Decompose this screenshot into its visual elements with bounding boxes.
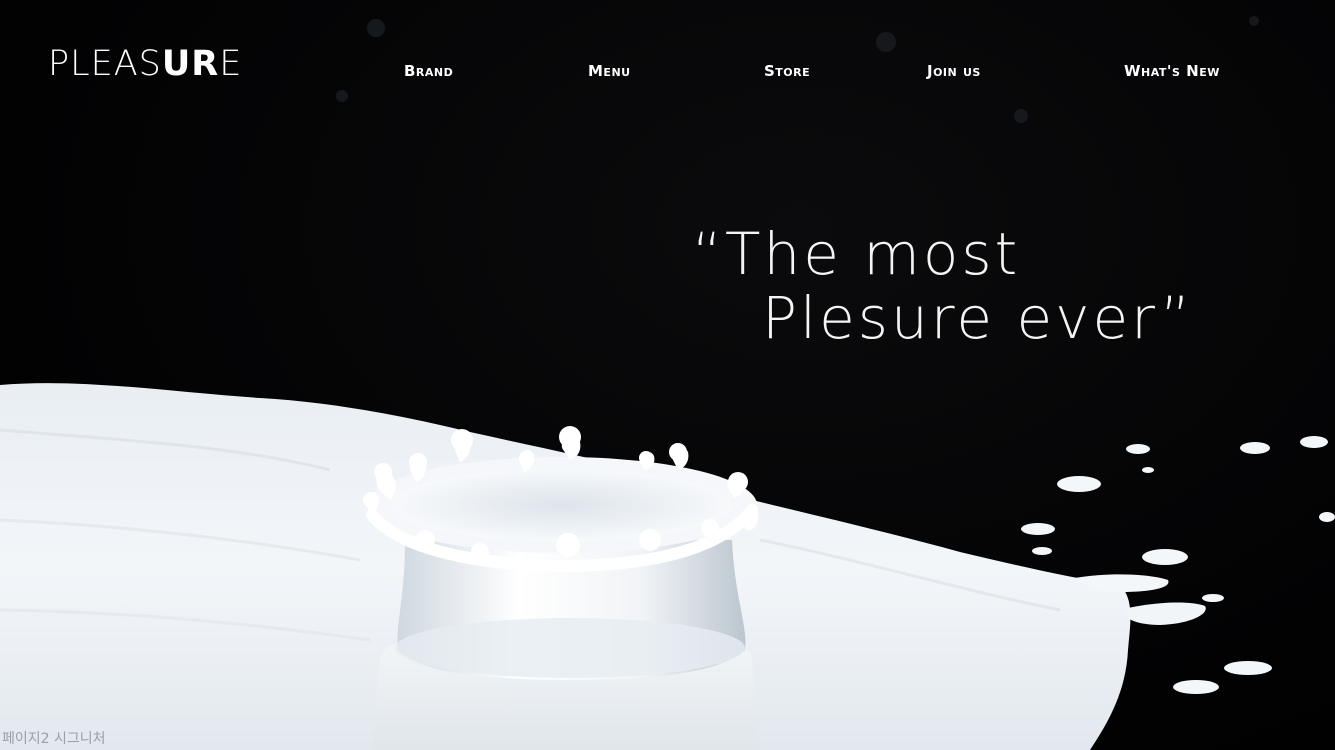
nav-item-brand[interactable]: Brand — [404, 60, 453, 82]
tagline-line-1: “The most — [692, 220, 1021, 288]
nav-item-store[interactable]: Store — [764, 60, 810, 82]
hero-tagline: “The most Plesure ever” — [692, 222, 1193, 350]
tagline-line-2: Plesure ever” — [762, 284, 1194, 352]
nav-item-menu[interactable]: Menu — [588, 60, 631, 82]
logo-text-bold: UR — [161, 44, 220, 84]
page-caption: 페이지2 시그니처 — [2, 731, 106, 747]
nav-item-whats-new[interactable]: What's New — [1124, 60, 1220, 82]
logo-text-tail: E — [219, 44, 243, 84]
landing-page: PLEASURE Brand Menu Store Join us What's… — [0, 0, 1335, 750]
milk-splash-photo — [0, 16, 1335, 750]
logo-text-light: PLEAS — [48, 44, 162, 84]
brand-logo[interactable]: PLEASURE — [48, 44, 242, 84]
nav-item-join-us[interactable]: Join us — [927, 60, 981, 82]
